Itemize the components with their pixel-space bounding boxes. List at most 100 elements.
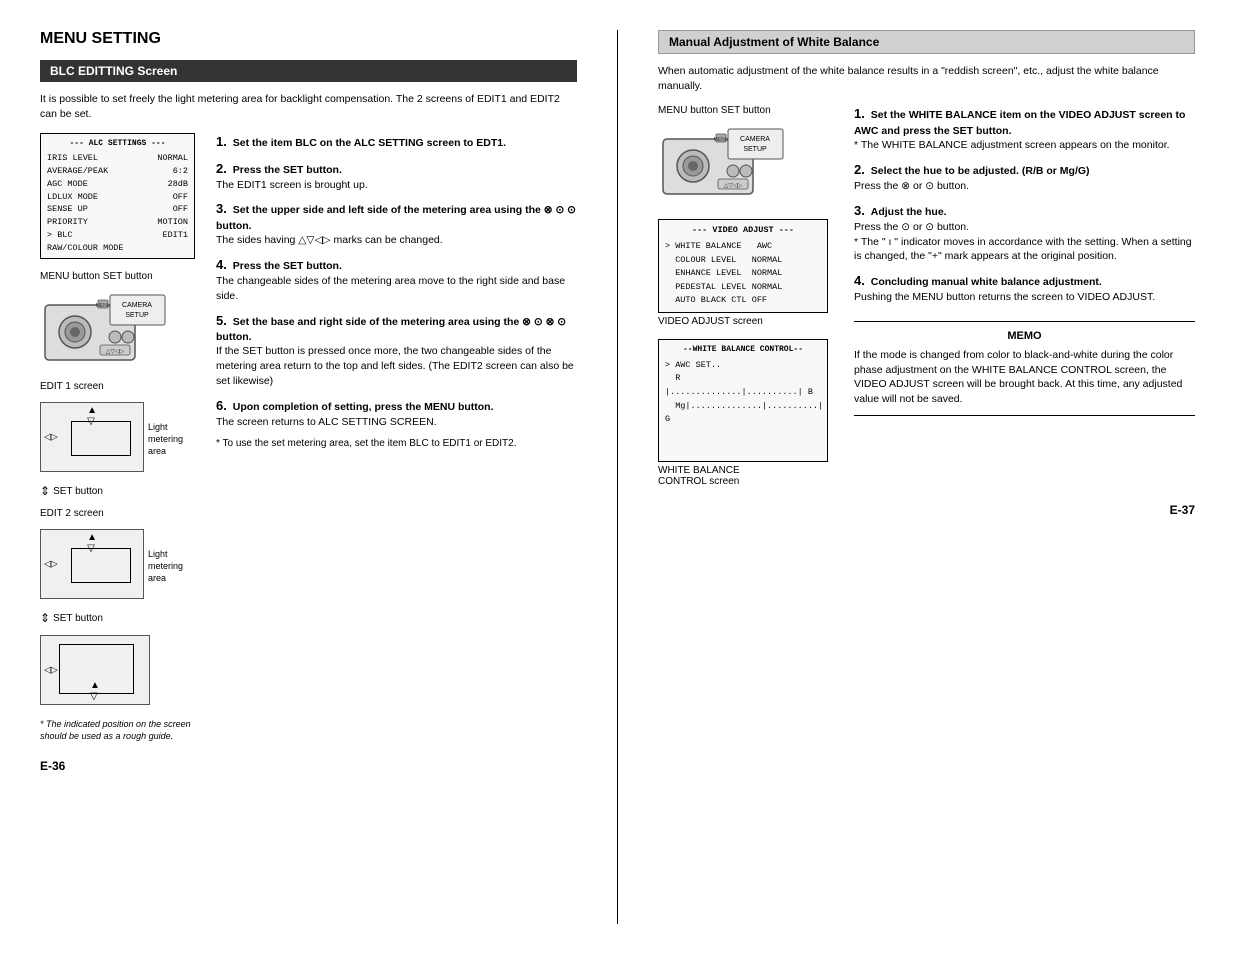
step-5: 5. Set the base and right side of the me… [216,312,577,389]
edit2-diagram-row: ▲▽ ◁▷ Light metering area [40,529,200,599]
step-5-detail: If the SET button is pressed once more, … [216,345,574,386]
step-4: 4. Press the SET button. The changeable … [216,256,577,304]
final-diagram: ◁▷ ▲▽ [40,635,150,705]
alc-row-8: RAW/COLOUR MODE [47,242,188,255]
svg-text:CAMERA: CAMERA [740,136,770,143]
r-step-1-bold: Set the WHITE BALANCE item on the VIDEO … [854,109,1185,136]
step-3-detail: The sides having △▽◁▷ marks can be chang… [216,234,443,246]
light-metering-label-2: Light metering area [148,549,200,584]
step-num-2: 2. [216,161,227,176]
step-1-bold: Set the item BLC on the ALC SETTING scre… [233,137,506,149]
right-diagrams: MENU button SET button CAMERA SETUP MENU [658,105,838,486]
right-intro: When automatic adjustment of the white b… [658,64,1195,93]
arrow-left-3: ◁▷ [44,665,58,676]
alc-row-1: IRIS LEVELNORMAL [47,152,188,165]
video-adjust-label: VIDEO ADJUST screen [658,316,838,327]
left-section-header: BLC EDITTING Screen [40,60,577,82]
right-column: Manual Adjustment of White Balance When … [617,30,1195,924]
left-content-area: --- ALC SETTINGS --- IRIS LEVELNORMAL AV… [40,133,577,742]
alc-row-7: > BLCEDIT1 [47,229,188,242]
light-metering-label-1: Light metering area [148,422,200,457]
edit1-label: EDIT 1 screen [40,381,200,392]
page-num-left: E-36 [40,759,577,773]
left-column: MENU SETTING BLC EDITTING Screen It is p… [40,30,577,924]
svg-text:MENU: MENU [96,303,111,309]
step-num-3: 3. [216,201,227,216]
svg-text:SETUP: SETUP [125,312,149,319]
step-4-detail: The changeable sides of the metering are… [216,275,565,302]
r-step-3-detail: Press the ⊙ or ⊙ button. * The " ı " ind… [854,221,1192,262]
va-title: --- VIDEO ADJUST --- [665,224,821,238]
edit2-label: EDIT 2 screen [40,508,200,519]
step-num-6: 6. [216,398,227,413]
va-row-3: ENHANCE LEVEL NORMAL [665,267,821,281]
wb-title: --WHITE BALANCE CONTROL-- [665,344,821,357]
alc-row-4: LDLUX MODEOFF [47,191,188,204]
r-step-2-detail: Press the ⊗ or ⊙ button. [854,180,969,192]
r-step-4-detail: Pushing the MENU button returns the scre… [854,291,1155,303]
wb-spacer [665,427,821,457]
set-button-1: ⇕ SET button [40,484,200,498]
step-4-bold: Press the SET button. [233,260,342,272]
menu-set-label-top: MENU button SET button [40,271,200,282]
left-instructions: 1. Set the item BLC on the ALC SETTING s… [216,133,577,742]
left-note: * To use the set metering area, set the … [216,437,577,451]
set-label-1: SET button [53,486,103,497]
step-num-5: 5. [216,313,227,328]
va-row-4: PEDESTAL LEVEL NORMAL [665,281,821,295]
metering-area-2 [71,548,131,583]
r-step-2-bold: Select the hue to be adjusted. (R/B or M… [871,165,1090,177]
step-num-4: 4. [216,257,227,272]
arrow-left-1: ◁▷ [44,432,58,443]
step-6-detail: The screen returns to ALC SETTING SCREEN… [216,416,437,428]
alc-row-3: AGC MODE28dB [47,178,188,191]
va-row-5: AUTO BLACK CTL OFF [665,294,821,308]
memo-text: If the mode is changed from color to bla… [854,348,1195,407]
r-step-4: 4. Concluding manual white balance adjus… [854,272,1195,305]
set-arrow-icon: ⇕ [40,484,50,498]
r-step-3: 3. Adjust the hue. Press the ⊙ or ⊙ butt… [854,202,1195,264]
step-1: 1. Set the item BLC on the ALC SETTING s… [216,133,577,151]
step-2: 2. Press the SET button. The EDIT1 scree… [216,160,577,193]
step-num-1: 1. [216,134,227,149]
video-adjust-area: --- VIDEO ADJUST --- > WHITE BALANCE AWC… [658,219,838,327]
r-step-3-bold: Adjust the hue. [871,206,947,218]
main-page: MENU SETTING BLC EDITTING Screen It is p… [0,0,1235,954]
memo-box: MEMO If the mode is changed from color t… [854,321,1195,416]
wb-row-3: Mg|..............|..........| G [665,400,821,427]
set-button-2: ⇕ SET button [40,611,200,625]
video-adjust-box: --- VIDEO ADJUST --- > WHITE BALANCE AWC… [658,219,828,313]
edit2-diagram: ▲▽ ◁▷ [40,529,144,599]
r-step-1: 1. Set the WHITE BALANCE item on the VID… [854,105,1195,153]
r-step-num-3: 3. [854,203,865,218]
va-row-2: COLOUR LEVEL NORMAL [665,254,821,268]
step-3: 3. Set the upper side and left side of t… [216,200,577,248]
left-intro: It is possible to set freely the light m… [40,92,577,121]
right-instructions: 1. Set the WHITE BALANCE item on the VID… [854,105,1195,486]
step-5-bold: Set the base and right side of the meter… [216,316,566,343]
right-content-area: MENU button SET button CAMERA SETUP MENU [658,105,1195,486]
svg-text:△▽◁▷: △▽◁▷ [724,183,743,189]
wb-control-label: WHITE BALANCECONTROL screen [658,465,838,487]
alc-row-2: AVERAGE/PEAK6:2 [47,165,188,178]
wb-row-1: > AWC SET.. [665,359,821,373]
r-step-2: 2. Select the hue to be adjusted. (R/B o… [854,161,1195,194]
step-2-bold: Press the SET button. [233,164,342,176]
footnote: * The indicated position on the screen s… [40,719,200,742]
alc-row-5: SENSE UPOFF [47,203,188,216]
r-step-4-bold: Concluding manual white balance adjustme… [871,276,1102,288]
alc-row-6: PRIORITYMOTION [47,216,188,229]
metering-area-3 [59,644,134,694]
svg-text:△▽◁▷: △▽◁▷ [106,349,125,355]
menu-set-label-right: MENU button SET button [658,105,838,116]
camera-illustration-left: CAMERA SETUP MENU △▽◁▷ [40,285,170,370]
alc-settings-box: --- ALC SETTINGS --- IRIS LEVELNORMAL AV… [40,133,195,259]
va-row-1: > WHITE BALANCE AWC [665,240,821,254]
step-6-bold: Upon completion of setting, press the ME… [233,401,494,413]
r-step-1-detail: * The WHITE BALANCE adjustment screen ap… [854,139,1170,151]
camera-illustration-right: CAMERA SETUP MENU △▽◁▷ [658,119,788,204]
svg-text:MENU: MENU [714,137,729,143]
r-step-num-2: 2. [854,162,865,177]
set-arrow-icon-2: ⇕ [40,611,50,625]
left-diagrams: --- ALC SETTINGS --- IRIS LEVELNORMAL AV… [40,133,200,742]
